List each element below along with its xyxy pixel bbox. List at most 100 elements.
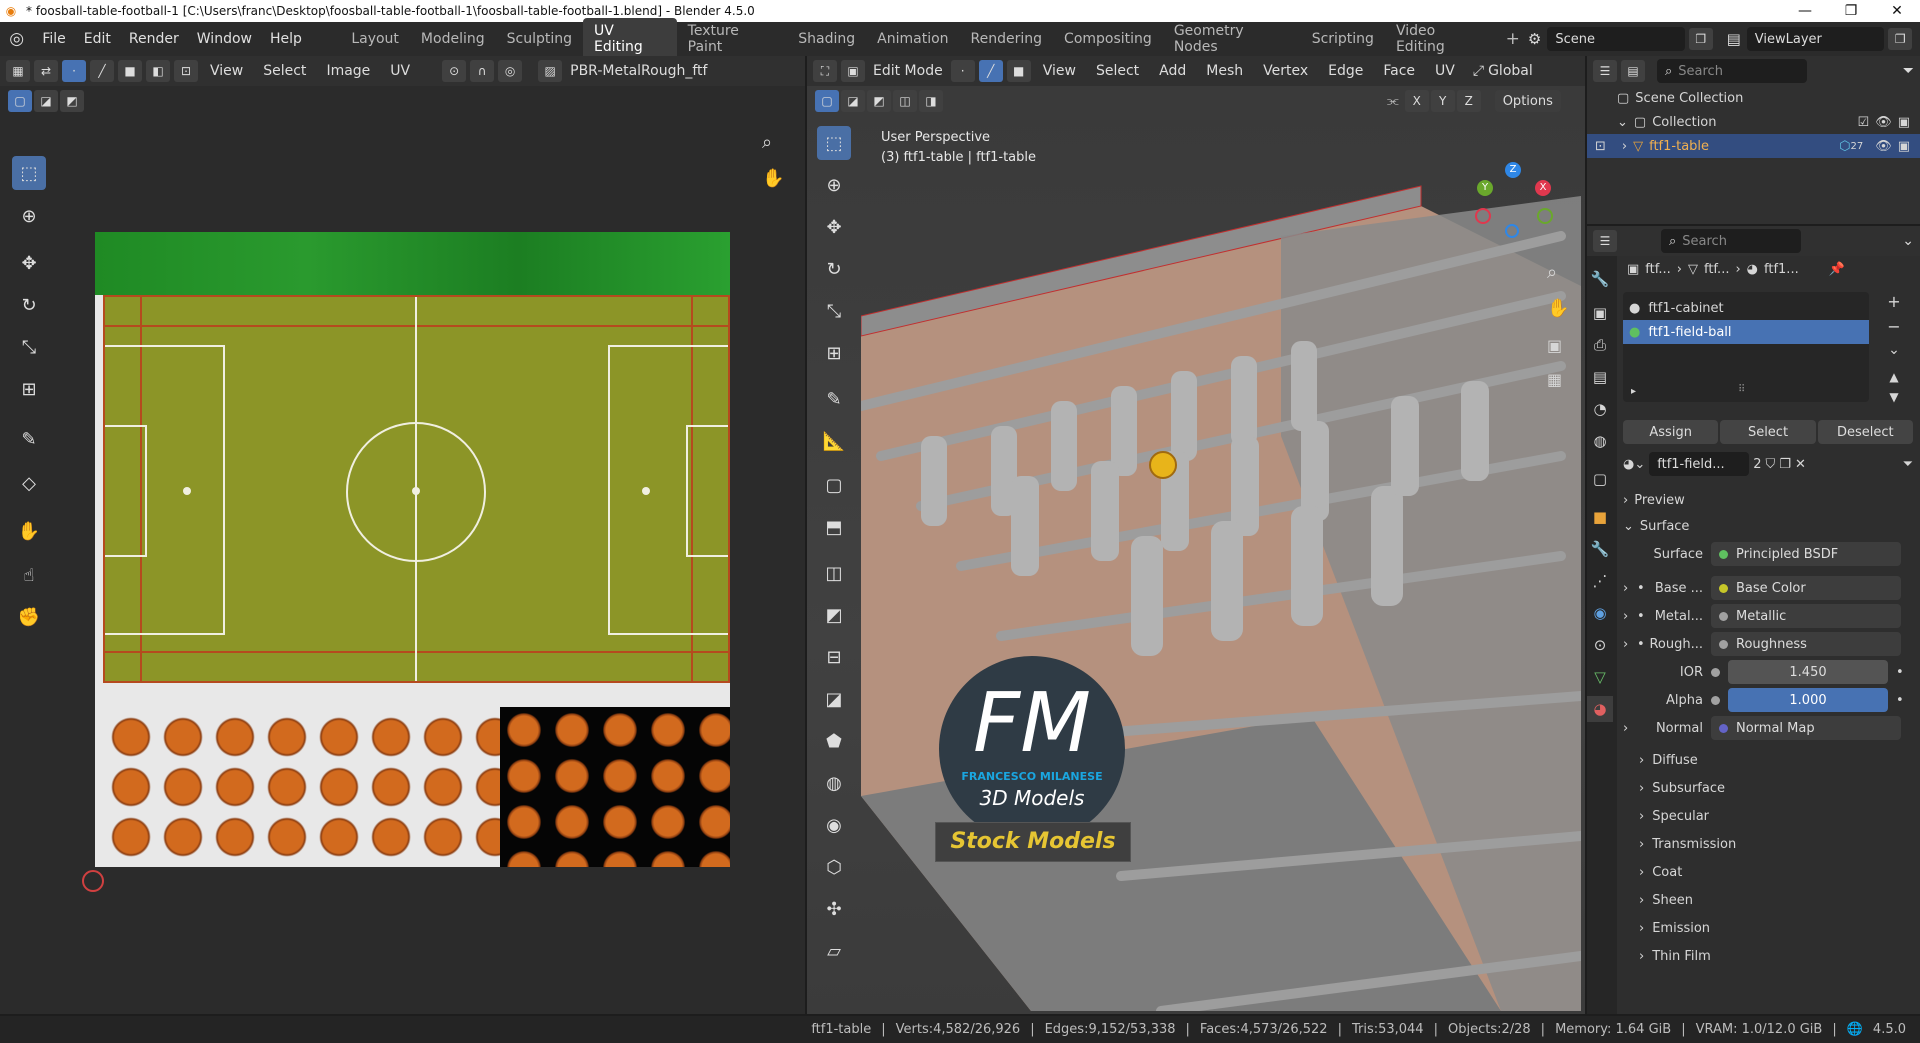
knife-tool-icon[interactable]: ◪ bbox=[817, 682, 851, 716]
display-mode-icon[interactable]: ▤ bbox=[1621, 60, 1645, 82]
editor-type-icon[interactable]: ☰ bbox=[1593, 60, 1617, 82]
tab-geometry-nodes[interactable]: Geometry Nodes bbox=[1163, 18, 1301, 60]
data-tab-icon[interactable]: ▽ bbox=[1587, 664, 1613, 690]
pinch-tool-icon[interactable]: ✊ bbox=[12, 600, 46, 634]
vp-menu-face[interactable]: Face bbox=[1375, 63, 1423, 79]
annotate-tool-icon[interactable]: ✎ bbox=[817, 382, 851, 416]
material-slot-cabinet[interactable]: ● ftf1-cabinet bbox=[1623, 296, 1869, 320]
physics-tab-icon[interactable]: ◉ bbox=[1587, 600, 1613, 626]
tab-rendering[interactable]: Rendering bbox=[960, 26, 1054, 52]
navigation-gizmo[interactable]: Z Y X bbox=[1475, 162, 1555, 242]
remove-slot-icon[interactable]: − bbox=[1879, 317, 1909, 336]
gizmo-neg-x-icon[interactable] bbox=[1475, 208, 1491, 224]
output-tab-icon[interactable]: ⎙ bbox=[1587, 332, 1613, 358]
view-layer-field[interactable]: ViewLayer bbox=[1746, 27, 1885, 51]
menu-help[interactable]: Help bbox=[261, 31, 311, 47]
material-tab-icon[interactable]: ◕ bbox=[1587, 696, 1613, 722]
expand-icon[interactable]: ⌄ bbox=[1617, 115, 1628, 130]
render-icon[interactable]: ▣ bbox=[1898, 115, 1910, 130]
chevron-right-icon[interactable]: › bbox=[1623, 609, 1637, 624]
drag-handle-icon[interactable]: ⠿ bbox=[1738, 384, 1745, 395]
scene-icon[interactable]: ⚙ bbox=[1528, 30, 1541, 48]
material-name-field[interactable]: ftf1-field... bbox=[1649, 452, 1750, 476]
edge-mode-icon[interactable]: ╱ bbox=[978, 60, 1003, 82]
gizmo-neg-y-icon[interactable] bbox=[1537, 208, 1553, 224]
subpanel-sheen[interactable]: › Sheen bbox=[1633, 886, 1913, 914]
subpanel-thin-film[interactable]: › Thin Film bbox=[1633, 942, 1913, 970]
transform-tool-icon[interactable]: ⊞ bbox=[12, 372, 46, 406]
move-down-icon[interactable]: ▼ bbox=[1879, 390, 1909, 404]
rip-tool-icon[interactable]: ◇ bbox=[12, 466, 46, 500]
transform-tool-icon[interactable]: ⊞ bbox=[817, 336, 851, 370]
slot-menu-icon[interactable]: ⌄ bbox=[1879, 342, 1909, 358]
uv-menu-select[interactable]: Select bbox=[255, 63, 314, 79]
scale-tool-icon[interactable]: ⤡ bbox=[12, 330, 46, 364]
cursor-tool-icon[interactable]: ⊕ bbox=[817, 168, 851, 202]
vertex-mode-icon[interactable]: · bbox=[950, 60, 975, 82]
subpanel-emission[interactable]: › Emission bbox=[1633, 914, 1913, 942]
edge-select-icon[interactable]: ╱ bbox=[90, 60, 114, 82]
rotate-tool-icon[interactable]: ↻ bbox=[817, 252, 851, 286]
add-slot-icon[interactable]: + bbox=[1879, 292, 1909, 311]
blender-menu-icon[interactable]: ◎ bbox=[0, 29, 33, 49]
deselect-button[interactable]: Deselect bbox=[1817, 420, 1913, 444]
pin-icon[interactable]: 📌 bbox=[1829, 262, 1845, 277]
subpanel-diffuse[interactable]: › Diffuse bbox=[1633, 746, 1913, 774]
image-browse-icon[interactable]: ▨ bbox=[538, 60, 563, 82]
menu-edit[interactable]: Edit bbox=[75, 31, 120, 47]
select-invert-icon[interactable]: ◫ bbox=[893, 90, 917, 112]
uv-menu-image[interactable]: Image bbox=[318, 63, 378, 79]
render-icon[interactable]: ▣ bbox=[1898, 139, 1910, 154]
smooth-tool-icon[interactable]: ◉ bbox=[817, 808, 851, 842]
vp-menu-select[interactable]: Select bbox=[1088, 63, 1147, 79]
view-layer-icon[interactable]: ▤ bbox=[1727, 30, 1741, 48]
tab-shading[interactable]: Shading bbox=[787, 26, 866, 52]
tab-video-editing[interactable]: Video Editing bbox=[1385, 18, 1498, 60]
shear-tool-icon[interactable]: ▱ bbox=[817, 934, 851, 968]
material-users[interactable]: 2 bbox=[1753, 457, 1761, 472]
grab-tool-icon[interactable]: ✋ bbox=[12, 514, 46, 548]
snap-icon[interactable]: ∩ bbox=[470, 60, 495, 82]
render-tab-icon[interactable]: ▣ bbox=[1587, 300, 1613, 326]
move-up-icon[interactable]: ▲ bbox=[1879, 370, 1909, 384]
gizmo-y-icon[interactable]: Y bbox=[1477, 180, 1493, 196]
vp-menu-mesh[interactable]: Mesh bbox=[1198, 63, 1251, 79]
surface-panel-header[interactable]: ⌄ Surface bbox=[1623, 514, 1913, 538]
orientation-select[interactable]: Global bbox=[1488, 63, 1533, 79]
rotate-tool-icon[interactable]: ↻ bbox=[12, 288, 46, 322]
view-layer-tab-icon[interactable]: ▤ bbox=[1587, 364, 1613, 390]
alpha-field[interactable]: 1.000 bbox=[1728, 688, 1888, 712]
material-slot-field-ball[interactable]: ● ftf1-field-ball bbox=[1623, 320, 1869, 344]
pivot-icon[interactable]: ⊙ bbox=[442, 60, 467, 82]
options-dropdown[interactable]: Options bbox=[1494, 90, 1561, 112]
select-extend-icon[interactable]: ◪ bbox=[841, 90, 865, 112]
select-box-icon[interactable]: ▢ bbox=[8, 90, 32, 112]
roughness-field[interactable]: Roughness bbox=[1711, 632, 1901, 656]
menu-file[interactable]: File bbox=[33, 31, 74, 47]
select-tool-icon[interactable]: ⬚ bbox=[12, 156, 46, 190]
select-extend-icon[interactable]: ◪ bbox=[34, 90, 58, 112]
ior-field[interactable]: 1.450 bbox=[1728, 660, 1888, 684]
normal-field[interactable]: Normal Map bbox=[1711, 716, 1901, 740]
orientation-icon[interactable]: ⤢ bbox=[1473, 63, 1484, 79]
vertex-select-icon[interactable]: · bbox=[62, 60, 86, 82]
relax-tool-icon[interactable]: ☝ bbox=[12, 558, 46, 592]
subpanel-specular[interactable]: › Specular bbox=[1633, 802, 1913, 830]
mode-icon[interactable]: ▣ bbox=[841, 60, 865, 82]
shrink-fatten-tool-icon[interactable]: ✣ bbox=[817, 892, 851, 926]
subpanel-transmission[interactable]: › Transmission bbox=[1633, 830, 1913, 858]
keyframe-dot-icon[interactable]: • bbox=[1896, 693, 1904, 708]
new-view-layer-icon[interactable]: ❐ bbox=[1888, 28, 1912, 50]
mirror-z-button[interactable]: Z bbox=[1456, 90, 1481, 112]
mode-select[interactable]: Edit Mode bbox=[869, 63, 947, 79]
face-mode-icon[interactable]: ■ bbox=[1006, 60, 1031, 82]
editor-type-icon[interactable]: ⛶ bbox=[813, 60, 837, 82]
scene-field[interactable]: Scene bbox=[1547, 27, 1686, 51]
fake-user-icon[interactable]: ⛉ bbox=[1766, 457, 1776, 472]
proportional-icon[interactable]: ◎ bbox=[498, 60, 523, 82]
gizmo-neg-z-icon[interactable] bbox=[1505, 224, 1519, 238]
inset-tool-icon[interactable]: ◫ bbox=[817, 556, 851, 590]
duplicate-icon[interactable]: ❐ bbox=[1779, 457, 1791, 472]
zoom-icon[interactable]: ⌕ bbox=[762, 132, 772, 153]
properties-search[interactable]: ⌕ Search bbox=[1661, 229, 1801, 253]
